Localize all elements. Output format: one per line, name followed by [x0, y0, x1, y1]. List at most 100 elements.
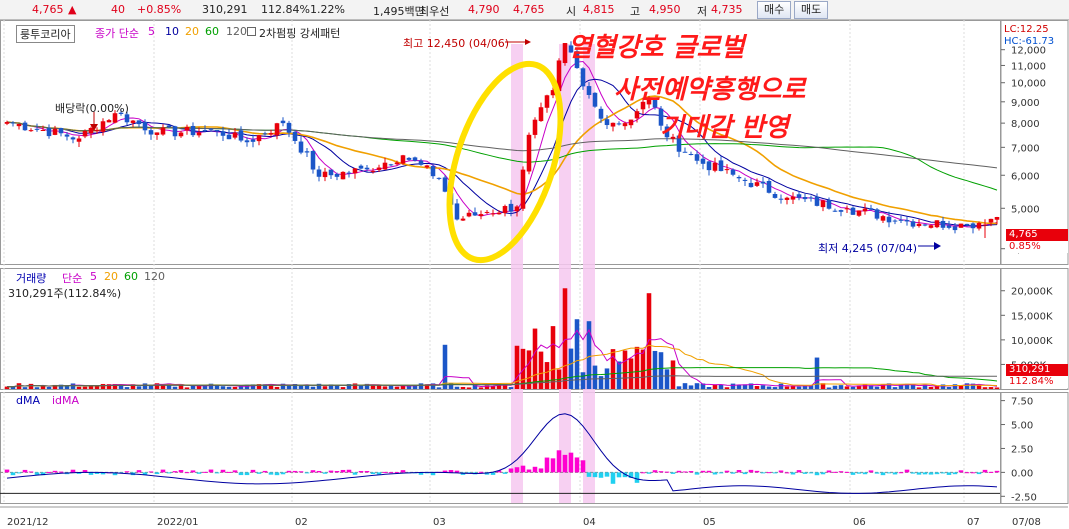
candle-body: [868, 208, 874, 210]
dma-bar: [886, 472, 892, 474]
handwritten-note-line: 열혈강호 글로벌: [568, 33, 748, 63]
volume-bar: [190, 386, 196, 389]
volume-bar: [988, 387, 994, 389]
volume-bar: [610, 349, 616, 389]
volume-bar: [322, 386, 328, 389]
dma-bar: [922, 472, 928, 475]
open-price: 4,815: [583, 3, 615, 16]
candle-body: [352, 168, 358, 174]
candle-body: [136, 120, 142, 125]
candle-body: [40, 129, 46, 131]
candle-body: [460, 218, 466, 221]
dma-bar: [814, 472, 820, 476]
dma-bar: [526, 469, 532, 473]
volume-bar: [580, 372, 586, 389]
x-tick-label: 05: [703, 517, 716, 528]
volume-current-box: 310,291: [1006, 364, 1068, 376]
volume-bar: [760, 385, 766, 389]
volume-bar: [274, 386, 280, 389]
candle-body: [238, 130, 244, 141]
candle-body: [148, 130, 154, 135]
volume-bar: [730, 383, 736, 389]
volume-tick-label: 20,000K: [1011, 287, 1053, 298]
dma-bar: [784, 472, 790, 474]
idma-title: idMA: [52, 394, 80, 407]
candle-body: [562, 43, 568, 64]
candle-body: [508, 203, 514, 212]
volume-bar: [994, 387, 1000, 389]
volume-bar: [832, 385, 838, 389]
candle-body: [688, 153, 694, 155]
ma20-label: 20: [185, 25, 199, 38]
price-tick-label: 9,000: [1011, 98, 1040, 109]
volume-tick-label: 10,000K: [1011, 336, 1053, 347]
chart-area[interactable]: 2021/122022/0102030405060707/084,0005,00…: [0, 20, 1069, 529]
candle-body: [166, 125, 172, 128]
volume-bar: [796, 386, 802, 389]
volume-bar: [976, 385, 982, 389]
candle-body: [538, 107, 544, 122]
candle-body: [760, 181, 766, 184]
x-tick-label: 02: [295, 517, 308, 528]
dma-bar: [664, 471, 670, 473]
x-tick-label: 04: [583, 517, 596, 528]
price-change: 40: [111, 3, 125, 16]
volume-bar: [394, 386, 400, 389]
candle-body: [34, 128, 40, 130]
volume-bar: [928, 386, 934, 389]
sell-button[interactable]: 매도: [794, 1, 829, 19]
candle-body: [706, 161, 712, 171]
price-tick-label: 6,000: [1011, 171, 1040, 182]
candle-body: [814, 196, 820, 206]
dma-bar: [52, 470, 58, 473]
dma-bar: [730, 472, 736, 474]
highlight-column-0: [511, 44, 523, 503]
candle-body: [628, 119, 634, 126]
pattern-checkbox[interactable]: [247, 27, 256, 36]
dma-bar: [208, 469, 214, 473]
volume-value: 310,291: [202, 3, 248, 16]
candle-body: [940, 220, 946, 228]
dma-bar: [280, 472, 286, 475]
stock-name[interactable]: 룽투코리아: [16, 25, 75, 43]
candle-body: [412, 157, 418, 161]
volume-bar: [466, 387, 472, 389]
candle-body: [514, 206, 520, 212]
candle-body: [436, 177, 442, 179]
volume-bar: [28, 383, 34, 389]
volume-bar: [136, 386, 142, 389]
candle-body: [898, 219, 904, 221]
candle-body: [280, 120, 286, 124]
pattern-label: 2차펌핑 강세패턴: [259, 27, 341, 40]
dma-bar: [898, 472, 904, 474]
dma-bar: [148, 471, 154, 473]
dma-bar: [574, 457, 580, 473]
candle-body: [88, 127, 94, 134]
dma-bar: [238, 472, 244, 476]
candle-body: [286, 122, 292, 133]
candle-body: [844, 208, 850, 210]
dma-bar: [874, 472, 880, 474]
candle-body: [328, 169, 334, 176]
candle-body: [256, 135, 262, 142]
dma-bar: [352, 472, 358, 475]
dma-bar: [544, 457, 550, 473]
volume-bar: [622, 350, 628, 389]
candle-body: [880, 216, 886, 221]
dma-bar: [22, 469, 28, 473]
dma-bar: [598, 472, 604, 478]
candle-body: [580, 68, 586, 87]
dma-bar: [802, 472, 808, 474]
buy-button[interactable]: 매수: [757, 1, 792, 19]
dma-tick-label: 0.00: [1011, 468, 1033, 479]
candle-body: [22, 122, 28, 131]
volume-bar: [952, 384, 958, 389]
dma-tick-label: 7.50: [1011, 397, 1033, 408]
dma-bar: [304, 472, 310, 474]
volume-tick-label: 15,000K: [1011, 311, 1053, 322]
hc-label: HC:-61.73: [1004, 36, 1055, 47]
volume-ma120-label: 120: [144, 270, 165, 283]
high-price: 4,950: [649, 3, 681, 16]
volume-bar: [532, 328, 538, 389]
volume-bar: [226, 386, 232, 389]
